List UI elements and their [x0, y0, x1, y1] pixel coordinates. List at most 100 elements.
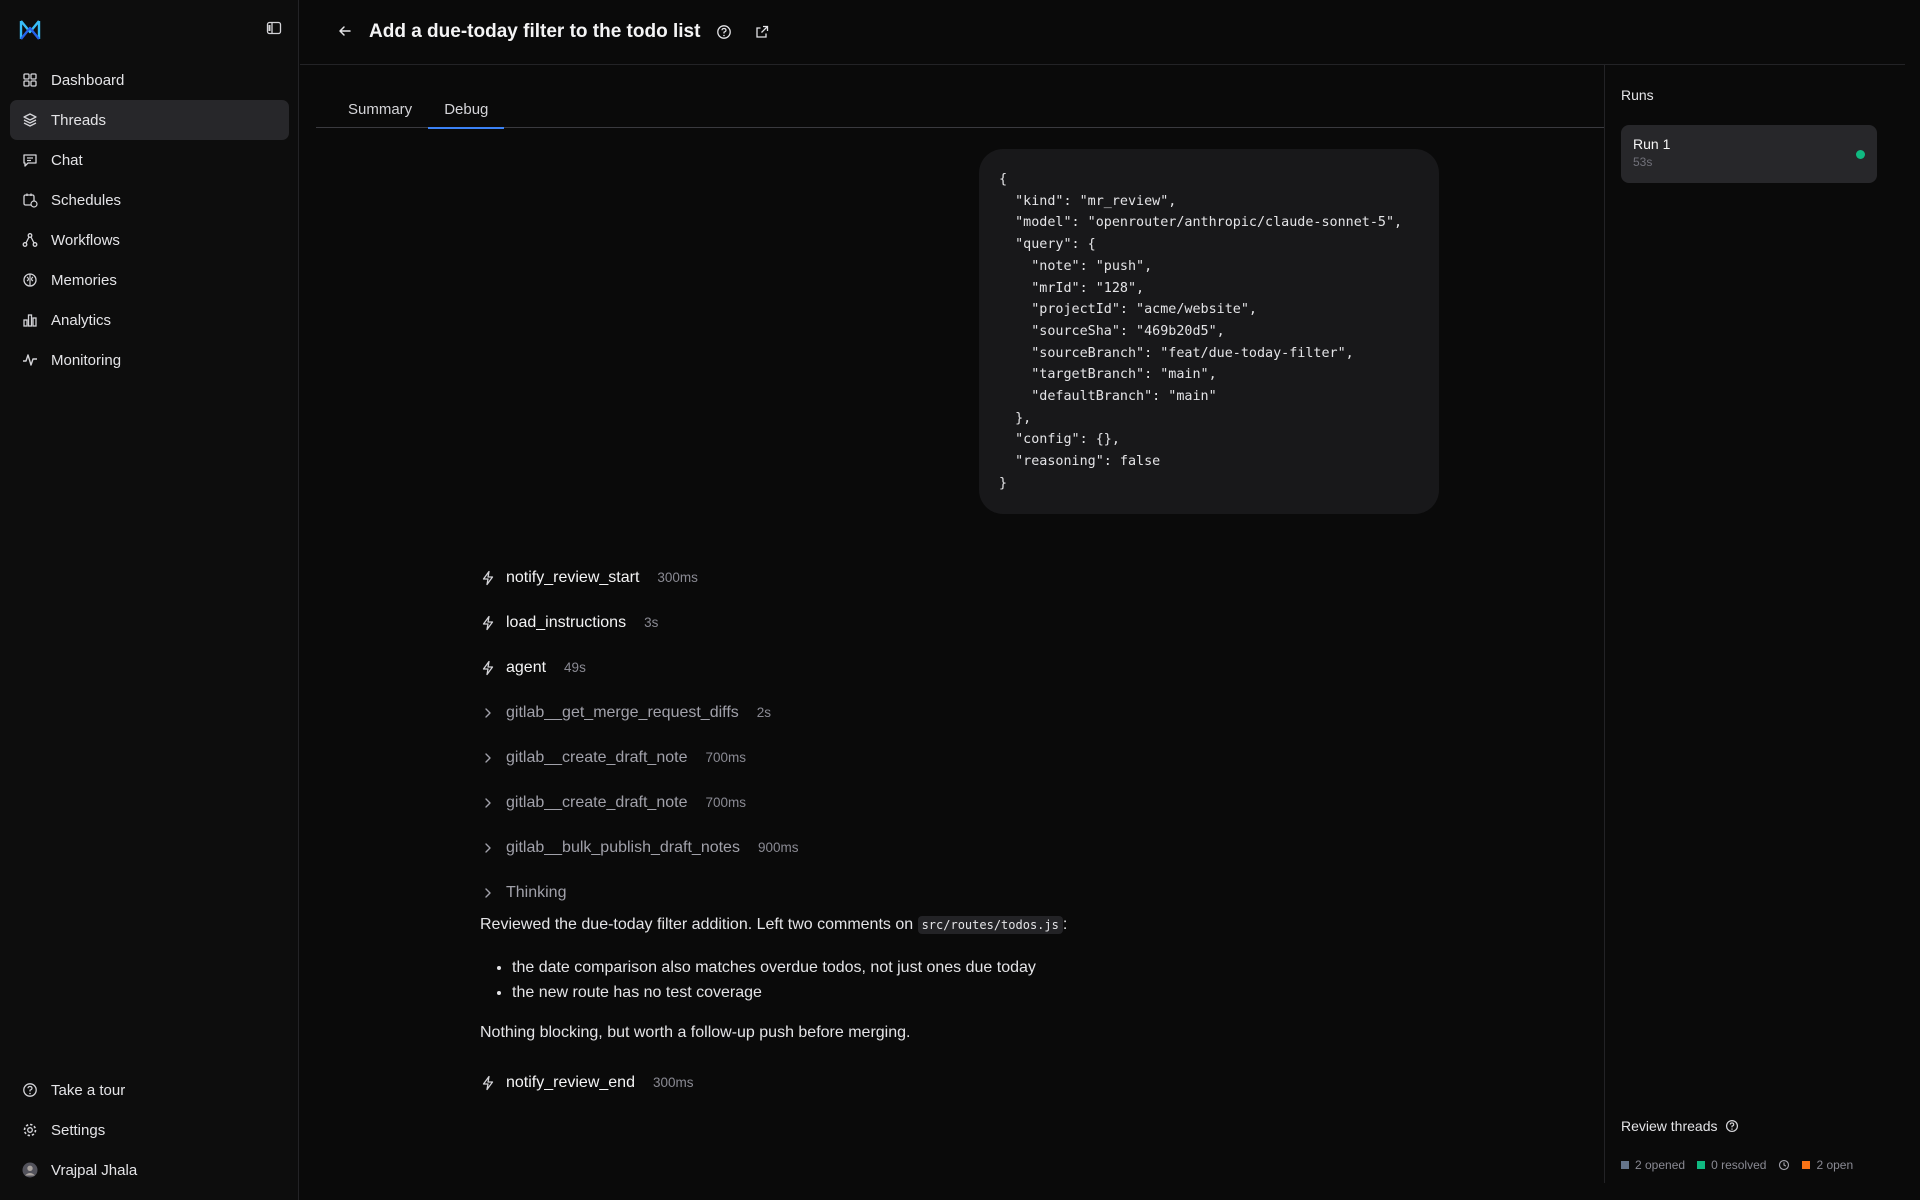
step-agent[interactable]: agent 49s [480, 645, 1480, 690]
sidebar-item-memories[interactable]: Memories [10, 260, 289, 300]
request-json-block: { "kind": "mr_review", "model": "openrou… [979, 149, 1439, 514]
chevron-right-icon [480, 750, 496, 766]
run-card[interactable]: Run 1 53s [1621, 125, 1877, 183]
gear-icon [22, 1122, 38, 1138]
app-logo-icon[interactable] [18, 18, 42, 42]
tab-bar: Summary Debug [316, 94, 1604, 129]
lightning-icon [480, 615, 496, 631]
run-duration: 53s [1633, 155, 1653, 169]
step-duration: 300ms [652, 1075, 694, 1090]
take-a-tour-button[interactable]: Take a tour [10, 1070, 289, 1110]
sidebar-item-label: Analytics [51, 311, 112, 329]
message-intro-text: Reviewed the due-today filter addition. … [480, 916, 918, 933]
step-duration: 700ms [705, 795, 746, 810]
sidebar-item-threads[interactable]: Threads [10, 100, 289, 140]
open-stat: 2 open [1802, 1158, 1853, 1172]
message-outro: Nothing blocking, but worth a follow-up … [480, 1024, 911, 1041]
list-item: the date comparison also matches overdue… [512, 955, 1380, 980]
sidebar-item-label: Memories [51, 271, 117, 289]
avatar [22, 1162, 38, 1178]
step-name: gitlab__get_merge_request_diffs [506, 703, 739, 721]
step-duration: 3s [644, 615, 659, 630]
step-duration: 49s [564, 660, 586, 675]
resolved-count: 0 resolved [1711, 1158, 1767, 1172]
chevron-right-icon [480, 795, 496, 811]
opened-stat: 2 opened [1621, 1158, 1685, 1172]
chevron-right-icon [480, 840, 496, 856]
sidebar-item-label: Dashboard [51, 71, 125, 89]
lightning-icon [480, 570, 496, 586]
tab-debug[interactable]: Debug [428, 94, 505, 129]
sidebar-item-label: Take a tour [51, 1081, 126, 1099]
opened-square [1621, 1161, 1629, 1169]
lightning-icon [480, 660, 496, 676]
page-title: Add a due-today filter to the todo list [369, 21, 701, 42]
step-duration: 900ms [757, 840, 799, 855]
external-link-icon[interactable] [754, 24, 770, 40]
chat-icon [22, 152, 38, 168]
step-load-instructions[interactable]: load_instructions 3s [480, 600, 1480, 645]
resolved-square [1697, 1161, 1706, 1169]
open-square [1802, 1161, 1811, 1169]
step-name: load_instructions [506, 613, 627, 631]
sidebar: Dashboard Threads Chat Schedules Workflo… [0, 0, 299, 1200]
step-duration: 2s [756, 705, 772, 720]
step-thinking[interactable]: Thinking [480, 870, 1480, 915]
chevron-right-icon [480, 885, 496, 901]
run-steps-list: notify_review_start 300ms load_instructi… [480, 555, 1480, 915]
review-threads-stats: 2 opened 0 resolved 2 open [1621, 1158, 1865, 1172]
sidebar-toggle-icon[interactable] [266, 20, 284, 38]
user-profile-button[interactable]: Vrajpal Jhala [10, 1150, 289, 1190]
message-colon: : [1062, 916, 1068, 933]
settings-button[interactable]: Settings [10, 1110, 289, 1150]
step-name: gitlab__create_draft_note [506, 748, 688, 766]
dashboard-icon [22, 72, 38, 88]
open-count: 2 open [1816, 1158, 1854, 1172]
sidebar-item-dashboard[interactable]: Dashboard [10, 60, 289, 100]
activity-icon [22, 352, 38, 368]
sidebar-item-monitoring[interactable]: Monitoring [10, 340, 289, 380]
step-notify-review-start[interactable]: notify_review_start 300ms [480, 555, 1480, 600]
runs-title: Runs [1621, 87, 1654, 103]
step-get-merge-request-diffs[interactable]: gitlab__get_merge_request_diffs 2s [480, 690, 1480, 735]
sidebar-item-schedules[interactable]: Schedules [10, 180, 289, 220]
step-name: gitlab__create_draft_note [506, 793, 688, 811]
sidebar-item-chat[interactable]: Chat [10, 140, 289, 180]
sidebar-item-label: Chat [51, 151, 83, 169]
step-create-draft-note-2[interactable]: gitlab__create_draft_note 700ms [480, 780, 1480, 825]
file-path: src/routes/todos.js [917, 916, 1063, 934]
sidebar-item-label: Settings [51, 1121, 106, 1139]
step-create-draft-note-1[interactable]: gitlab__create_draft_note 700ms [480, 735, 1480, 780]
step-name: gitlab__bulk_publish_draft_notes [506, 838, 740, 856]
help-circle-icon[interactable] [1725, 1119, 1739, 1133]
tab-summary[interactable]: Summary [316, 94, 428, 128]
page-header: Add a due-today filter to the todo list [300, 0, 1905, 65]
step-bulk-publish-draft-notes[interactable]: gitlab__bulk_publish_draft_notes 900ms [480, 825, 1480, 870]
sidebar-item-label: Threads [51, 111, 107, 129]
back-arrow-icon[interactable] [337, 23, 355, 41]
run-status-dot [1856, 150, 1865, 159]
layers-icon [22, 112, 38, 128]
sidebar-item-label: Workflows [51, 231, 120, 249]
sidebar-nav: Dashboard Threads Chat Schedules Workflo… [10, 60, 289, 380]
assistant-message: Reviewed the due-today filter addition. … [480, 913, 1380, 1045]
review-threads-title: Review threads [1621, 1118, 1718, 1134]
step-notify-review-end[interactable]: notify_review_end 300ms [480, 1060, 694, 1105]
runs-panel: Runs Run 1 53s Review threads 2 opened 0… [1604, 65, 1905, 1183]
sidebar-footer: Take a tour Settings Vrajpal Jhala [10, 1070, 289, 1190]
step-duration: 300ms [657, 570, 698, 585]
clock-icon [1778, 1159, 1790, 1171]
resolved-stat: 0 resolved [1697, 1158, 1790, 1172]
message-bullets: the date comparison also matches overdue… [512, 955, 1380, 1005]
info-icon[interactable] [716, 24, 732, 40]
run-name: Run 1 [1633, 136, 1671, 152]
lightning-icon [480, 1075, 496, 1091]
sidebar-item-analytics[interactable]: Analytics [10, 300, 289, 340]
help-circle-icon [22, 1082, 38, 1098]
sidebar-item-label: Schedules [51, 191, 122, 209]
bar-chart-icon [22, 312, 38, 328]
brain-icon [22, 272, 38, 288]
step-name: notify_review_start [506, 568, 640, 586]
sidebar-item-workflows[interactable]: Workflows [10, 220, 289, 260]
step-duration: 700ms [705, 750, 746, 765]
